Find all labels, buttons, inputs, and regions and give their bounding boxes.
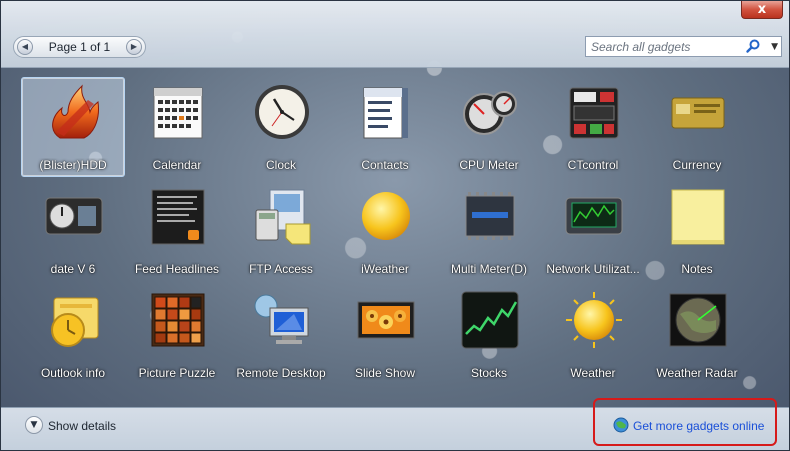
weather-icon bbox=[566, 292, 622, 348]
feed-headlines-icon bbox=[151, 189, 205, 245]
gadget-tile[interactable]: date V 6 bbox=[21, 181, 125, 281]
gadget-tile[interactable]: CTcontrol bbox=[541, 77, 645, 177]
page-navigator: ◀ Page 1 of 1 ▶ bbox=[13, 36, 146, 58]
blister-hdd-icon bbox=[52, 84, 99, 139]
cpu-meter-icon bbox=[463, 91, 517, 135]
date-v6-icon bbox=[45, 197, 103, 235]
gadget-name: (Blister)HDD bbox=[39, 158, 107, 172]
gadget-tile[interactable]: Picture Puzzle bbox=[125, 285, 229, 385]
gadget-name: Notes bbox=[681, 262, 713, 276]
calendar-icon bbox=[153, 87, 203, 139]
annotation-highlight-box bbox=[593, 398, 777, 446]
search-icon[interactable] bbox=[745, 38, 761, 54]
clock-icon bbox=[255, 85, 309, 139]
gadget-name: FTP Access bbox=[249, 262, 313, 276]
slide-show-icon bbox=[357, 301, 415, 339]
chevron-down-icon[interactable]: ▼ bbox=[25, 416, 43, 434]
currency-icon bbox=[671, 97, 725, 129]
ctcontrol-icon bbox=[569, 87, 619, 139]
gadget-tile[interactable]: Remote Desktop bbox=[229, 285, 333, 385]
gadget-tile[interactable]: Weather Radar bbox=[645, 285, 749, 385]
gadget-tile[interactable]: Outlook info bbox=[21, 285, 125, 385]
close-button[interactable]: x bbox=[741, 1, 783, 19]
remote-desktop-icon bbox=[254, 294, 309, 344]
gadget-tile[interactable]: Network Utilizat... bbox=[541, 181, 645, 281]
multi-meter-icon bbox=[465, 192, 515, 240]
gadget-name: Network Utilizat... bbox=[546, 262, 640, 276]
gadget-name: iWeather bbox=[361, 262, 409, 276]
search-input[interactable]: Search all gadgets bbox=[591, 40, 690, 54]
gadget-name: Currency bbox=[672, 158, 722, 172]
gadget-name: Outlook info bbox=[40, 366, 106, 380]
gadget-tile[interactable]: Currency bbox=[645, 77, 749, 177]
gadget-name: Multi Meter(D) bbox=[450, 262, 527, 276]
gadget-name: CTcontrol bbox=[567, 158, 619, 172]
chevron-down-icon[interactable]: ▼ bbox=[771, 38, 778, 56]
gadget-tile[interactable]: CPU Meter bbox=[437, 77, 541, 177]
gadget-name: Stocks bbox=[470, 366, 507, 380]
gadget-tile[interactable]: Contacts bbox=[333, 77, 437, 177]
notes-icon bbox=[671, 189, 725, 245]
gadget-name: Calendar bbox=[152, 158, 202, 172]
chevron-left-icon[interactable]: ◀ bbox=[17, 39, 33, 55]
gadget-tile[interactable]: Feed Headlines bbox=[125, 181, 229, 281]
gadget-tile[interactable]: FTP Access bbox=[229, 181, 333, 281]
stocks-icon bbox=[461, 291, 519, 349]
weather-radar-icon bbox=[669, 293, 727, 347]
gadget-name: CPU Meter bbox=[459, 158, 519, 172]
network-utilization-icon bbox=[565, 197, 623, 235]
chevron-right-icon[interactable]: ▶ bbox=[126, 39, 142, 55]
gadget-tile[interactable]: Clock bbox=[229, 77, 333, 177]
ftp-access-icon bbox=[255, 189, 311, 245]
gadget-tile[interactable]: Calendar bbox=[125, 77, 229, 177]
gadget-name: Remote Desktop bbox=[236, 366, 326, 380]
gadget-name: Clock bbox=[265, 158, 296, 172]
gadget-tile[interactable]: Stocks bbox=[437, 285, 541, 385]
gadget-name: Slide Show bbox=[354, 366, 416, 380]
picture-puzzle-icon bbox=[151, 293, 205, 347]
gadget-tile[interactable]: Multi Meter(D) bbox=[437, 181, 541, 281]
gadget-tile[interactable]: iWeather bbox=[333, 181, 437, 281]
gadget-name: Feed Headlines bbox=[134, 262, 220, 276]
page-indicator: Page 1 of 1 bbox=[48, 40, 111, 54]
gadget-tile[interactable]: Weather bbox=[541, 285, 645, 385]
gadget-name: Weather Radar bbox=[656, 366, 738, 380]
gadget-tile[interactable]: Notes bbox=[645, 181, 749, 281]
gadget-gallery-window: x ◀ Page 1 of 1 ▶ Search all gadgets ▼ (… bbox=[0, 0, 790, 451]
gadget-name: Contacts bbox=[361, 158, 409, 172]
show-details-label[interactable]: Show details bbox=[48, 419, 116, 433]
gadget-tile[interactable]: Slide Show bbox=[333, 285, 437, 385]
iweather-icon bbox=[362, 192, 410, 240]
gadget-tile[interactable]: (Blister)HDD bbox=[21, 77, 125, 177]
gadget-name: Weather bbox=[570, 366, 616, 380]
search-box[interactable]: Search all gadgets ▼ bbox=[585, 36, 782, 57]
outlook-info-icon bbox=[51, 297, 99, 347]
contacts-icon bbox=[363, 87, 408, 139]
gadget-name: Picture Puzzle bbox=[138, 366, 216, 380]
gadget-name: date V 6 bbox=[50, 262, 96, 276]
